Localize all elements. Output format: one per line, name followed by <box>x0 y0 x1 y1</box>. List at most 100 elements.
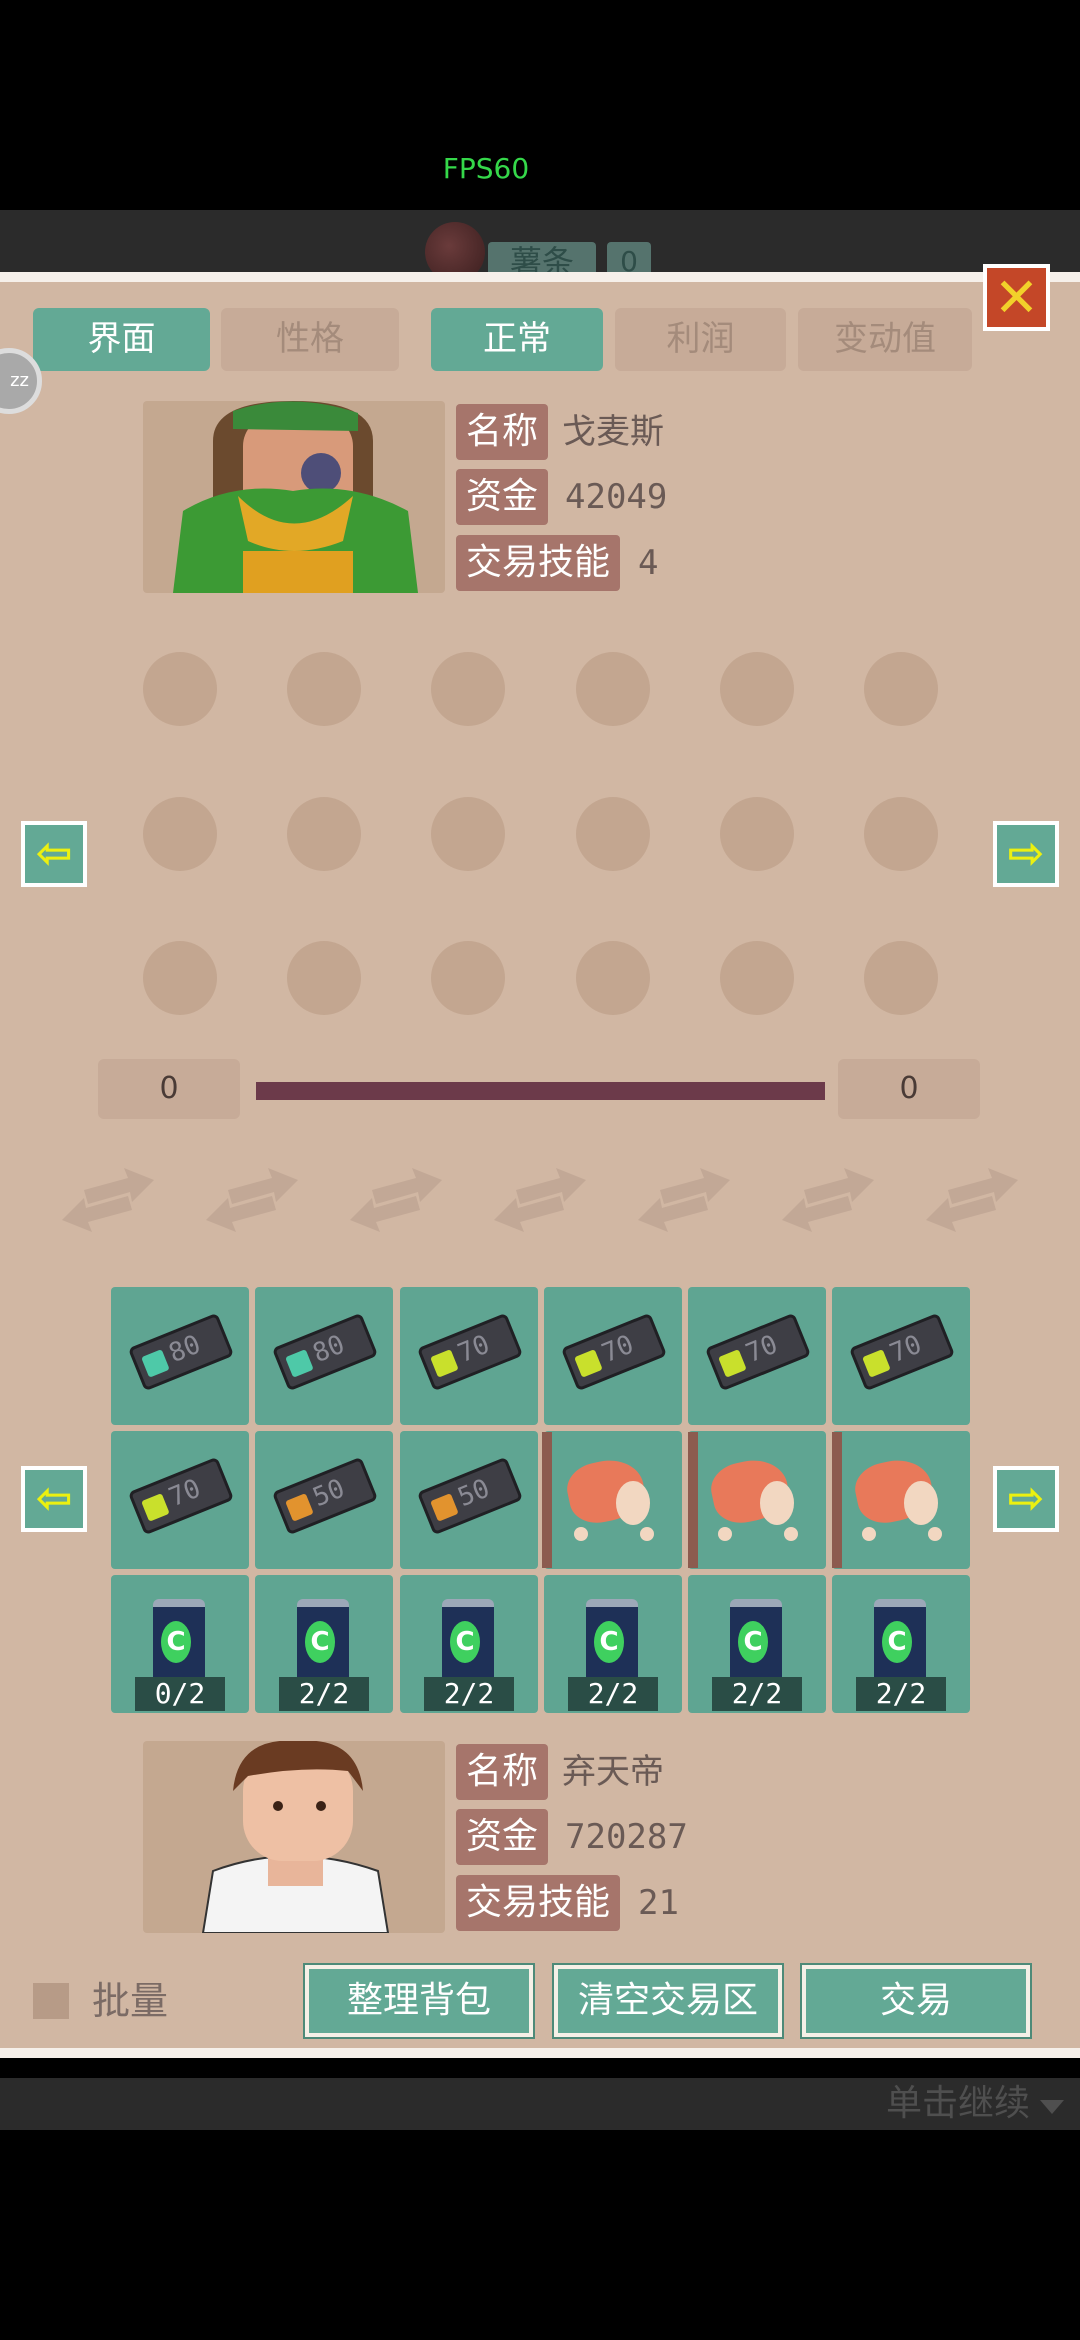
inventory-slot[interactable] <box>832 1431 970 1569</box>
slot-divider <box>688 1432 698 1568</box>
tab-normal[interactable]: 正常 <box>431 308 603 371</box>
card-value: 50 <box>308 1473 350 1514</box>
trade-next-button[interactable]: ⇨ <box>993 821 1059 887</box>
continue-hint: 单击继续 <box>885 2083 1030 2124</box>
tab-profit[interactable]: 利润 <box>615 308 786 371</box>
soda-can-icon: C <box>730 1599 782 1689</box>
swap-icon <box>634 1162 734 1238</box>
trade-slot[interactable] <box>143 652 217 726</box>
inventory-slot[interactable]: 50 <box>255 1431 393 1569</box>
trader-skill-label: 交易技能 <box>456 535 621 591</box>
inventory-slot[interactable]: 70 <box>400 1287 538 1425</box>
tab-change-value[interactable]: 变动值 <box>798 308 972 371</box>
trade-slot[interactable] <box>143 941 217 1015</box>
inventory-slot[interactable] <box>544 1431 682 1569</box>
trade-slot[interactable] <box>287 941 361 1015</box>
trade-slot[interactable] <box>720 652 794 726</box>
trader-avatar <box>173 401 418 593</box>
inventory-slot[interactable]: 70 <box>832 1287 970 1425</box>
trade-slot[interactable] <box>864 797 938 871</box>
trade-prev-button[interactable]: ⇦ <box>21 821 87 887</box>
money-card-icon: 70 <box>848 1312 956 1392</box>
tab-personality[interactable]: 性格 <box>221 308 399 371</box>
inventory-prev-button[interactable]: ⇦ <box>21 1466 87 1532</box>
inventory-slot[interactable]: C 2/2 <box>400 1575 538 1713</box>
trade-slot[interactable] <box>576 941 650 1015</box>
slot-divider <box>832 1432 842 1568</box>
soda-can-icon: C <box>442 1599 494 1689</box>
swap-icon <box>58 1162 158 1238</box>
trade-slider[interactable] <box>256 1082 825 1100</box>
money-card-icon: 70 <box>127 1456 235 1536</box>
card-value: 70 <box>741 1329 783 1370</box>
item-count: 2/2 <box>568 1677 658 1711</box>
batch-checkbox[interactable] <box>33 1983 69 2019</box>
fps-counter: FPS60 <box>442 152 530 185</box>
sort-bag-button[interactable]: 整理背包 <box>303 1963 535 2039</box>
player-portrait <box>143 1741 445 1933</box>
player-name-label: 名称 <box>456 1744 549 1800</box>
money-card-icon: 50 <box>416 1456 524 1536</box>
inventory-slot[interactable]: C 2/2 <box>544 1575 682 1713</box>
inventory-slot[interactable]: 50 <box>400 1431 538 1569</box>
money-card-icon: 70 <box>416 1312 524 1392</box>
inventory-slot[interactable]: 70 <box>111 1431 249 1569</box>
arrow-left-icon: ⇦ <box>35 828 73 879</box>
trade-slot[interactable] <box>287 652 361 726</box>
inventory-slot[interactable]: 70 <box>688 1287 826 1425</box>
inventory-slot[interactable]: 70 <box>544 1287 682 1425</box>
item-count: 2/2 <box>712 1677 802 1711</box>
trade-slot[interactable] <box>431 941 505 1015</box>
swap-icon <box>922 1162 1022 1238</box>
trade-slot[interactable] <box>576 797 650 871</box>
background-npc-bar: 薯条 0 <box>0 210 1080 282</box>
batch-label: 批量 <box>92 1979 169 2023</box>
player-avatar <box>201 1741 390 1933</box>
money-card-icon: 50 <box>271 1456 379 1536</box>
card-value: 70 <box>885 1329 927 1370</box>
inventory-slot[interactable]: C 0/2 <box>111 1575 249 1713</box>
swap-icon <box>202 1162 302 1238</box>
arrow-right-icon: ⇨ <box>1007 1473 1045 1524</box>
trader-skill: 4 <box>638 543 659 583</box>
inventory-slot[interactable]: C 2/2 <box>832 1575 970 1713</box>
trader-money-label: 资金 <box>456 469 549 525</box>
money-card-icon: 70 <box>704 1312 812 1392</box>
inventory-slot[interactable] <box>688 1431 826 1569</box>
item-count: 0/2 <box>135 1677 225 1711</box>
player-skill-label: 交易技能 <box>456 1875 621 1931</box>
continue-bar[interactable]: 单击继续 <box>0 2078 1080 2130</box>
trade-slot[interactable] <box>143 797 217 871</box>
item-count: 2/2 <box>424 1677 514 1711</box>
close-button[interactable]: ✕ <box>983 264 1050 331</box>
inventory-slot[interactable]: C 2/2 <box>688 1575 826 1713</box>
swap-icon <box>490 1162 590 1238</box>
inventory-next-button[interactable]: ⇨ <box>993 1466 1059 1532</box>
trade-slot[interactable] <box>431 652 505 726</box>
soda-can-icon: C <box>586 1599 638 1689</box>
trade-slot[interactable] <box>864 652 938 726</box>
chevron-down-icon <box>1040 2100 1064 2114</box>
player-name: 弃天帝 <box>562 1752 664 1792</box>
money-card-icon: 70 <box>560 1312 668 1392</box>
trader-money: 42049 <box>565 477 668 517</box>
money-card-icon: 80 <box>127 1312 235 1392</box>
clear-trade-area-button[interactable]: 清空交易区 <box>552 1963 784 2039</box>
inventory-slot[interactable]: 80 <box>111 1287 249 1425</box>
trade-right-value[interactable]: 0 <box>838 1059 980 1119</box>
arrow-right-icon: ⇨ <box>1007 828 1045 879</box>
trade-slot[interactable] <box>720 941 794 1015</box>
inventory-slot[interactable]: C 2/2 <box>255 1575 393 1713</box>
trade-button[interactable]: 交易 <box>800 1963 1032 2039</box>
trade-slot[interactable] <box>576 652 650 726</box>
trade-slot[interactable] <box>864 941 938 1015</box>
money-card-icon: 80 <box>271 1312 379 1392</box>
tab-interface[interactable]: 界面 <box>33 308 210 371</box>
player-money: 720287 <box>565 1817 688 1857</box>
inventory-slot[interactable]: 80 <box>255 1287 393 1425</box>
trade-left-value[interactable]: 0 <box>98 1059 240 1119</box>
trade-slot[interactable] <box>431 797 505 871</box>
trade-slot[interactable] <box>720 797 794 871</box>
slot-divider <box>542 1432 552 1568</box>
trade-slot[interactable] <box>287 797 361 871</box>
